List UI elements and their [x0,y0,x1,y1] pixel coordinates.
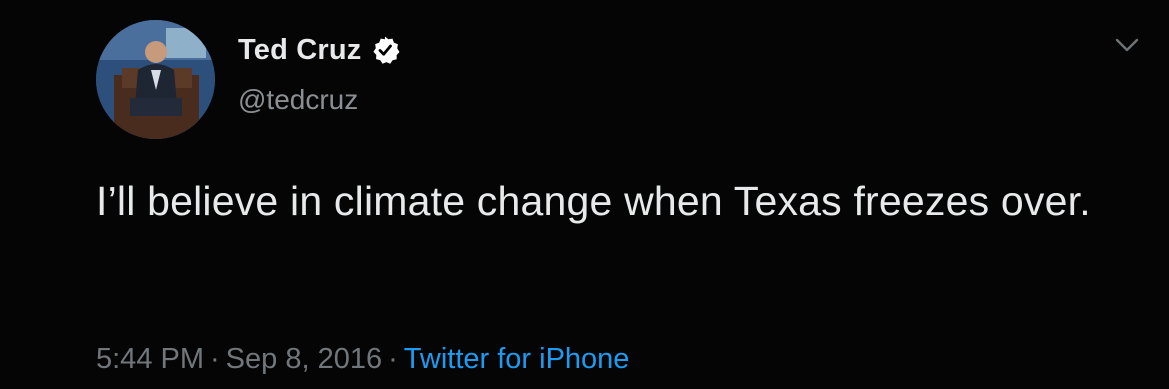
avatar-photo [96,20,215,139]
verified-badge-icon [370,35,400,65]
tweet-date[interactable]: Sep 8, 2016 [226,343,382,375]
meta-separator: · [210,343,220,375]
user-handle[interactable]: @tedcruz [238,84,358,116]
avatar[interactable] [96,20,215,139]
tweet-text: I’ll believe in climate change when Texa… [96,178,1091,224]
tweet-source-link[interactable]: Twitter for iPhone [404,343,630,375]
author-name-row: Ted Cruz [238,30,400,70]
tweet-meta: 5:44 PM · Sep 8, 2016 · Twitter for iPhone [96,343,629,376]
tweet-card: Ted Cruz @tedcruz I’ll believe in climat… [0,0,1169,389]
meta-separator: · [388,343,398,375]
tweet-time[interactable]: 5:44 PM [96,343,204,375]
chevron-down-icon[interactable] [1112,30,1142,60]
display-name[interactable]: Ted Cruz [238,34,362,67]
